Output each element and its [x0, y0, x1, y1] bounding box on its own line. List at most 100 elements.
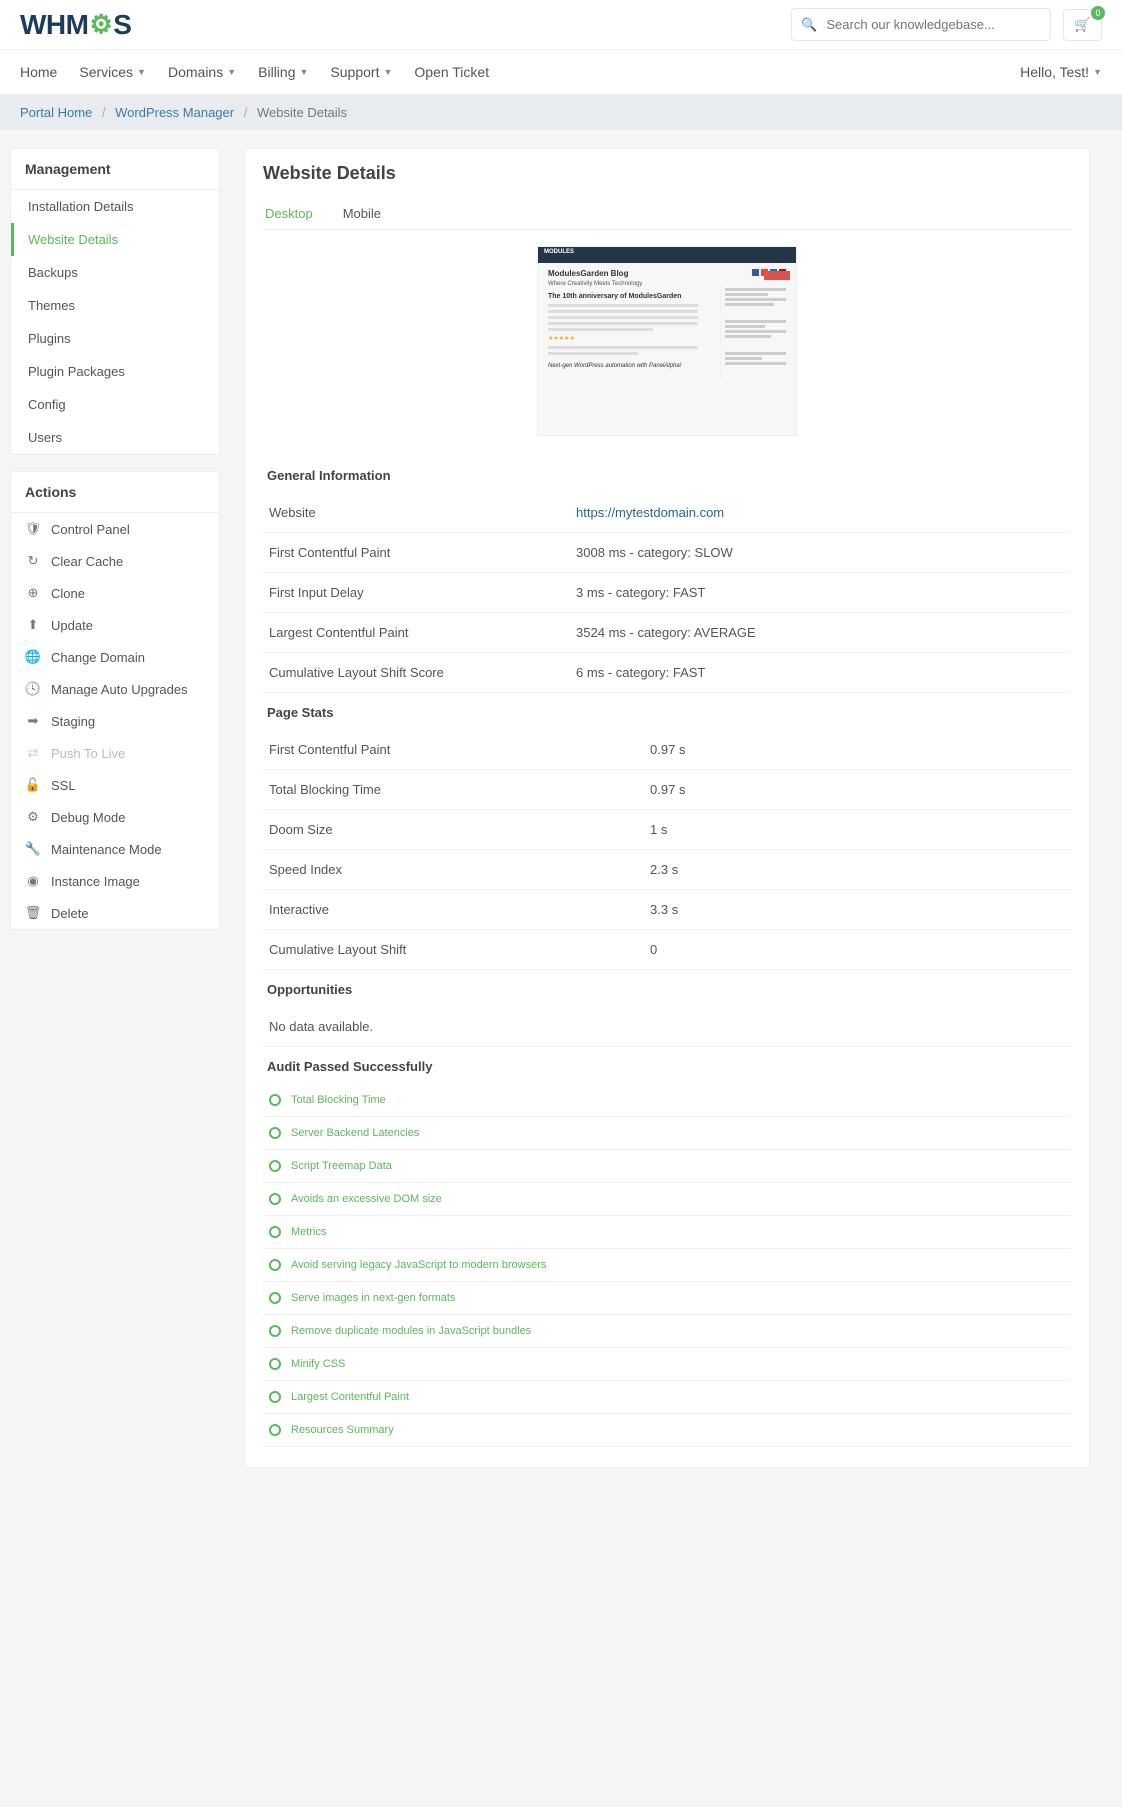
change-domain-icon: 🌐: [25, 649, 41, 665]
table-row: Interactive3.3 s: [263, 890, 1071, 930]
clear-cache-icon: ↻: [25, 553, 41, 569]
audit-row[interactable]: Avoids an excessive DOM size: [263, 1183, 1071, 1216]
tab-mobile[interactable]: Mobile: [341, 198, 383, 229]
instance-image-icon: ◉: [25, 873, 41, 889]
check-circle-icon: [269, 1424, 281, 1436]
mgmt-item-website-details[interactable]: Website Details: [11, 223, 219, 256]
ssl-icon: 🔓: [25, 777, 41, 793]
info-key: First Contentful Paint: [263, 533, 570, 573]
chevron-down-icon: ▼: [137, 67, 146, 77]
action-maintenance-mode[interactable]: 🔧Maintenance Mode: [11, 833, 219, 865]
general-info-heading: General Information: [263, 456, 1071, 493]
chevron-down-icon: ▼: [227, 67, 236, 77]
info-key: Largest Contentful Paint: [263, 613, 570, 653]
mgmt-item-installation-details[interactable]: Installation Details: [11, 190, 219, 223]
tab-desktop[interactable]: Desktop: [263, 198, 315, 229]
mgmt-item-users[interactable]: Users: [11, 421, 219, 454]
action-delete[interactable]: 🗑Delete: [11, 897, 219, 929]
preview-footer: Next-gen WordPress automation with Panel…: [548, 363, 698, 369]
stat-value: 3.3 s: [570, 890, 1071, 930]
preview-area: MODULES ModulesGarden Blog Where Creativ…: [263, 246, 1071, 436]
action-label: Debug Mode: [51, 810, 125, 825]
nav-item-home[interactable]: Home: [20, 50, 57, 94]
gear-icon: ⚙: [89, 9, 112, 40]
greeting-text: Hello, Test!: [1020, 64, 1089, 80]
debug-mode-icon: ⚙: [25, 809, 41, 825]
nav-item-services[interactable]: Services ▼: [79, 50, 146, 94]
action-instance-image[interactable]: ◉ Instance Image: [11, 865, 219, 897]
action-update[interactable]: ⬆Update: [11, 609, 219, 641]
audit-row[interactable]: Server Backend Latencies: [263, 1117, 1071, 1150]
audit-row[interactable]: Avoid serving legacy JavaScript to moder…: [263, 1249, 1071, 1282]
mgmt-item-plugin-packages[interactable]: Plugin Packages: [11, 355, 219, 388]
audit-row[interactable]: Metrics: [263, 1216, 1071, 1249]
mgmt-item-config[interactable]: Config: [11, 388, 219, 421]
audit-label: Script Treemap Data: [291, 1160, 392, 1172]
action-label: Update: [51, 618, 93, 633]
audit-row[interactable]: Resources Summary: [263, 1414, 1071, 1447]
stat-value: 0.97 s: [570, 730, 1071, 770]
audit-row[interactable]: Total Blocking Time: [263, 1084, 1071, 1117]
action-debug-mode[interactable]: ⚙ Debug Mode: [11, 801, 219, 833]
action-clone[interactable]: ⊕Clone: [11, 577, 219, 609]
control-panel-icon: 🛡: [25, 521, 41, 537]
action-label: SSL: [51, 778, 76, 793]
nav-label: Billing: [258, 64, 295, 80]
check-circle-icon: [269, 1193, 281, 1205]
action-staging[interactable]: ➡Staging: [11, 705, 219, 737]
cart-button[interactable]: 🛒 0: [1063, 9, 1102, 41]
preview-logo: MODULES: [544, 249, 574, 255]
opportunities-empty: No data available.: [263, 1007, 1071, 1047]
breadcrumb-current: Website Details: [257, 105, 347, 120]
stat-key: Total Blocking Time: [263, 770, 570, 810]
nav-item-support[interactable]: Support▼: [330, 50, 392, 94]
table-row: Website https://mytestdomain.com: [263, 493, 1071, 533]
preview-heading: The 10th anniversary of ModulesGarden: [548, 293, 698, 300]
audit-label: Resources Summary: [291, 1424, 394, 1436]
check-circle-icon: [269, 1226, 281, 1238]
nav-item-domains[interactable]: Domains▼: [168, 50, 236, 94]
audit-row[interactable]: Remove duplicate modules in JavaScript b…: [263, 1315, 1071, 1348]
action-label: Instance Image: [51, 874, 140, 889]
actions-title: Actions: [11, 472, 219, 513]
audit-row[interactable]: Largest Contentful Paint: [263, 1381, 1071, 1414]
nav-item-open-ticket[interactable]: Open Ticket: [414, 50, 489, 94]
breadcrumb-portal[interactable]: Portal Home: [20, 105, 92, 120]
cart-icon: 🛒: [1074, 17, 1091, 32]
check-circle-icon: [269, 1391, 281, 1403]
action-change-domain[interactable]: 🌐Change Domain: [11, 641, 219, 673]
nav-item-billing[interactable]: Billing▼: [258, 50, 308, 94]
info-key: Website: [263, 493, 570, 533]
action-control-panel[interactable]: 🛡Control Panel: [11, 513, 219, 545]
mgmt-item-backups[interactable]: Backups: [11, 256, 219, 289]
nav-label: Services: [79, 64, 133, 80]
audit-label: Total Blocking Time: [291, 1094, 386, 1106]
check-circle-icon: [269, 1127, 281, 1139]
mgmt-item-plugins[interactable]: Plugins: [11, 322, 219, 355]
info-value: 3524 ms - category: AVERAGE: [570, 613, 1071, 653]
nav-label: Open Ticket: [414, 64, 489, 80]
mgmt-item-themes[interactable]: Themes: [11, 289, 219, 322]
table-row: Cumulative Layout Shift Score6 ms - cate…: [263, 653, 1071, 693]
action-ssl[interactable]: 🔓 SSL: [11, 769, 219, 801]
breadcrumb: Portal Home / WordPress Manager / Websit…: [0, 95, 1122, 130]
check-circle-icon: [269, 1325, 281, 1337]
nav-label: Home: [20, 64, 57, 80]
info-value: 6 ms - category: FAST: [570, 653, 1071, 693]
greeting-dropdown[interactable]: Hello, Test! ▼: [1020, 50, 1102, 94]
audit-row[interactable]: Serve images in next-gen formats: [263, 1282, 1071, 1315]
action-clear-cache[interactable]: ↻Clear Cache: [11, 545, 219, 577]
search-box: 🔍: [791, 8, 1051, 41]
website-link[interactable]: https://mytestdomain.com: [576, 505, 724, 520]
breadcrumb-wp[interactable]: WordPress Manager: [115, 105, 234, 120]
chevron-down-icon: ▼: [383, 67, 392, 77]
logo[interactable]: WHM⚙S: [20, 9, 131, 41]
actions-panel: Actions 🛡Control Panel↻Clear Cache⊕Clone…: [10, 471, 220, 930]
audit-row[interactable]: Script Treemap Data: [263, 1150, 1071, 1183]
audit-label: Avoid serving legacy JavaScript to moder…: [291, 1259, 546, 1271]
search-input[interactable]: [791, 8, 1051, 41]
navbar: HomeServices▼Domains▼Billing▼Support▼Ope…: [0, 50, 1122, 95]
info-key: First Input Delay: [263, 573, 570, 613]
audit-row[interactable]: Minify CSS: [263, 1348, 1071, 1381]
action-manage-auto-upgrades[interactable]: 🕓Manage Auto Upgrades: [11, 673, 219, 705]
